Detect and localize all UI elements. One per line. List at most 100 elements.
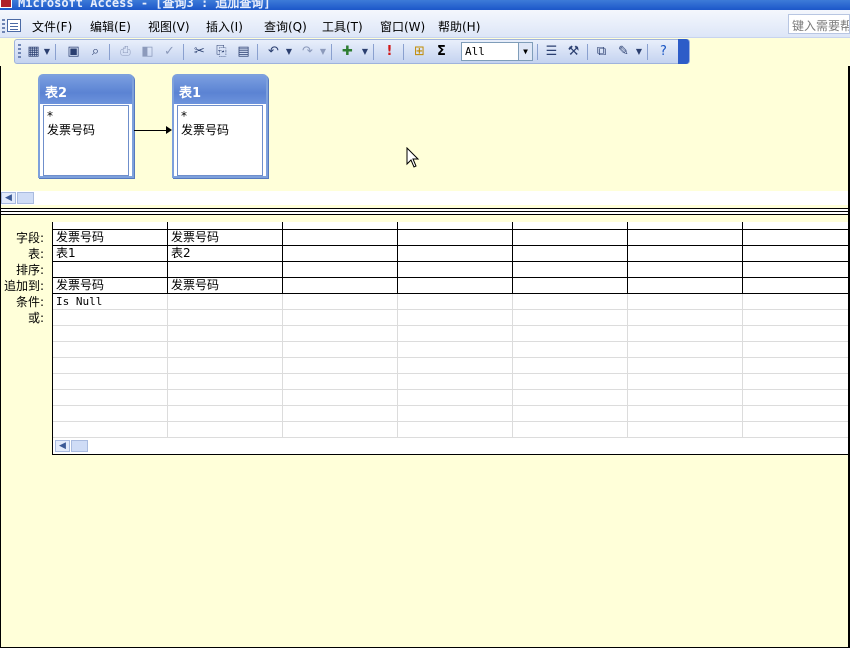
grid-cell-sort[interactable] xyxy=(168,262,283,278)
copy-icon[interactable]: ⎘ xyxy=(213,44,230,60)
grid-cell-or[interactable] xyxy=(513,422,628,438)
grid-cell-or[interactable] xyxy=(513,390,628,406)
cut-icon[interactable]: ✂ xyxy=(191,44,208,60)
print-preview-icon[interactable]: ◧ xyxy=(139,44,156,60)
grid-cell-or[interactable] xyxy=(168,326,283,342)
grid-cell-or[interactable] xyxy=(743,310,850,326)
join-line[interactable] xyxy=(134,130,170,131)
grid-cell-criteria[interactable] xyxy=(283,294,398,310)
database-window-icon[interactable]: ⧉ xyxy=(593,44,610,60)
grid-cell-or[interactable] xyxy=(398,406,513,422)
grid-cell-append-to[interactable] xyxy=(398,278,513,294)
grid-cell-table[interactable]: 表2 xyxy=(168,246,283,262)
grid-cell-or[interactable] xyxy=(513,310,628,326)
grid-cell-criteria[interactable] xyxy=(743,294,850,310)
grid-cell-sort[interactable] xyxy=(628,262,743,278)
grid-cell-or[interactable] xyxy=(283,422,398,438)
grid-cell-or[interactable] xyxy=(513,374,628,390)
grid-cell-table[interactable]: 表1 xyxy=(53,246,168,262)
grid-cell-or[interactable] xyxy=(283,342,398,358)
grid-cell-or[interactable] xyxy=(513,342,628,358)
grid-cell-or[interactable] xyxy=(398,326,513,342)
grid-cell-sort[interactable] xyxy=(398,262,513,278)
grid-cell-or[interactable] xyxy=(743,326,850,342)
save-icon[interactable]: ▣ xyxy=(65,44,82,60)
grid-cell-or[interactable] xyxy=(283,310,398,326)
grid-cell-table[interactable] xyxy=(398,246,513,262)
grid-cell-or[interactable] xyxy=(628,310,743,326)
undo-icon[interactable]: ↶ xyxy=(265,44,282,60)
grid-cell-field[interactable] xyxy=(743,230,850,246)
grid-cell-or[interactable] xyxy=(53,406,168,422)
grid-cell-or[interactable] xyxy=(398,310,513,326)
menu-file[interactable]: 文件(F) xyxy=(32,18,72,35)
grid-cell-or[interactable] xyxy=(628,374,743,390)
show-table-icon[interactable]: ⊞ xyxy=(411,44,428,60)
help-search-input[interactable]: 键入需要帮助的问题 xyxy=(788,14,850,34)
grid-cell-sort[interactable] xyxy=(283,262,398,278)
scroll-thumb[interactable] xyxy=(17,192,34,204)
grid-cell-or[interactable] xyxy=(283,358,398,374)
print-icon[interactable]: ⎙ xyxy=(117,44,134,60)
menu-tools[interactable]: 工具(T) xyxy=(322,18,363,35)
build-icon[interactable]: ⚒ xyxy=(565,44,582,60)
grid-cell-or[interactable] xyxy=(628,326,743,342)
grid-cell-or[interactable] xyxy=(283,406,398,422)
grid-cell-criteria[interactable] xyxy=(168,294,283,310)
document-icon[interactable] xyxy=(7,19,21,32)
design-grid-scrollbar[interactable]: ◀ xyxy=(53,438,850,454)
search-file-icon[interactable]: ⌕ xyxy=(87,44,104,60)
grid-cell-table[interactable] xyxy=(743,246,850,262)
grid-cell-or[interactable] xyxy=(743,422,850,438)
grid-cell-or[interactable] xyxy=(743,374,850,390)
run-icon[interactable]: ! xyxy=(381,44,398,60)
grid-cell-or[interactable] xyxy=(398,342,513,358)
grid-cell-or[interactable] xyxy=(628,342,743,358)
menu-insert[interactable]: 插入(I) xyxy=(206,18,243,35)
column-selector[interactable] xyxy=(398,222,513,230)
properties-icon[interactable]: ☰ xyxy=(543,44,560,60)
grid-cell-field[interactable]: 发票号码 xyxy=(53,230,168,246)
grid-cell-or[interactable] xyxy=(53,358,168,374)
field-list-item[interactable]: * xyxy=(47,109,128,123)
grid-cell-append-to[interactable] xyxy=(283,278,398,294)
query-type-dropdown-arrow[interactable]: ▼ xyxy=(361,45,369,59)
grid-cell-criteria[interactable] xyxy=(628,294,743,310)
field-list-item[interactable]: 发票号码 xyxy=(181,123,262,137)
new-object-icon[interactable]: ✎ xyxy=(615,44,632,60)
spelling-icon[interactable]: ✓ xyxy=(161,44,178,60)
grid-cell-or[interactable] xyxy=(398,358,513,374)
field-list-title[interactable]: 表1 xyxy=(174,76,266,104)
grid-cell-or[interactable] xyxy=(283,390,398,406)
field-list-title[interactable]: 表2 xyxy=(40,76,132,104)
grid-cell-or[interactable] xyxy=(168,358,283,374)
column-selector[interactable] xyxy=(513,222,628,230)
grid-cell-or[interactable] xyxy=(628,390,743,406)
grid-cell-or[interactable] xyxy=(628,406,743,422)
menu-window[interactable]: 窗口(W) xyxy=(380,18,425,35)
grid-cell-criteria[interactable] xyxy=(513,294,628,310)
grid-cell-append-to[interactable]: 发票号码 xyxy=(53,278,168,294)
grid-cell-or[interactable] xyxy=(168,422,283,438)
menu-edit[interactable]: 编辑(E) xyxy=(90,18,131,35)
column-selector[interactable] xyxy=(168,222,283,230)
grid-cell-or[interactable] xyxy=(168,374,283,390)
field-list-table2[interactable]: 表2 * 发票号码 xyxy=(38,74,134,178)
column-selector[interactable] xyxy=(743,222,850,230)
grid-cell-append-to[interactable]: 发票号码 xyxy=(168,278,283,294)
access-app-icon[interactable] xyxy=(0,0,12,8)
toolbar-grip-handle[interactable] xyxy=(18,44,21,60)
totals-icon[interactable]: Σ xyxy=(433,44,450,60)
grid-cell-or[interactable] xyxy=(743,390,850,406)
scroll-thumb[interactable] xyxy=(71,440,88,452)
redo-dropdown-arrow[interactable]: ▼ xyxy=(319,45,327,59)
grid-cell-or[interactable] xyxy=(168,342,283,358)
grid-cell-append-to[interactable] xyxy=(513,278,628,294)
grid-cell-criteria[interactable]: Is Null xyxy=(53,294,168,310)
column-selector[interactable] xyxy=(283,222,398,230)
grid-cell-or[interactable] xyxy=(628,422,743,438)
scroll-left-icon[interactable]: ◀ xyxy=(55,440,70,452)
top-values-select[interactable]: All ▼ xyxy=(461,42,533,61)
toolbar-options-button[interactable] xyxy=(678,39,689,64)
grid-cell-sort[interactable] xyxy=(53,262,168,278)
